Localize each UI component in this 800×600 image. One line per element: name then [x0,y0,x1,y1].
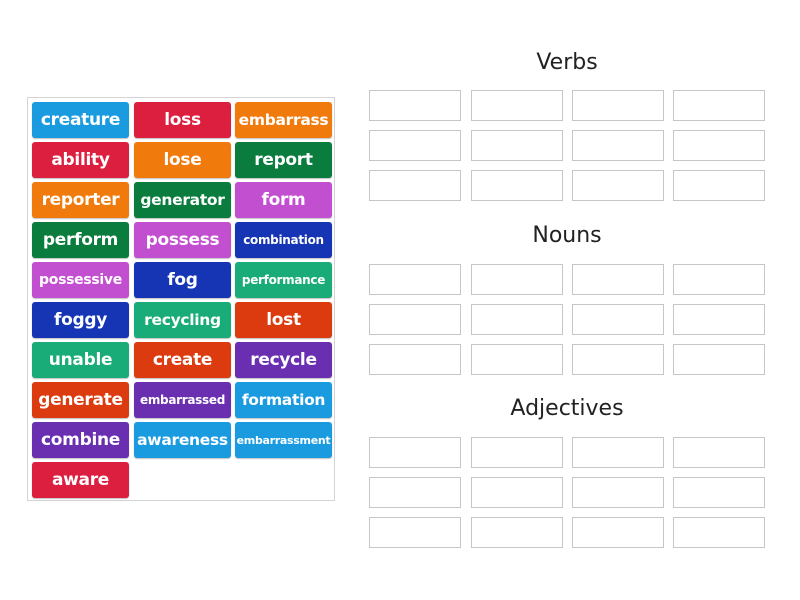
drop-slot-adjectives[interactable] [369,517,461,548]
drop-slot-adjectives[interactable] [572,517,664,548]
drop-slot-verbs[interactable] [369,90,461,121]
drop-slot-nouns[interactable] [471,344,563,375]
word-tile[interactable]: generate [32,382,129,418]
drop-slot-verbs[interactable] [572,90,664,121]
drop-slot-verbs[interactable] [471,90,563,121]
drop-slot-adjectives[interactable] [369,477,461,508]
word-tile[interactable]: lose [134,142,231,178]
drop-slot-adjectives[interactable] [471,517,563,548]
drop-slot-verbs[interactable] [673,90,765,121]
drop-slot-adjectives[interactable] [572,437,664,468]
drop-slot-nouns[interactable] [673,264,765,295]
drop-slot-verbs[interactable] [673,130,765,161]
word-tile[interactable]: awareness [134,422,231,458]
group-title-verbs: Verbs [536,50,598,75]
drop-slot-nouns[interactable] [369,344,461,375]
drop-slot-adjectives[interactable] [471,477,563,508]
drop-slot-verbs[interactable] [673,170,765,201]
word-tile[interactable]: fog [134,262,231,298]
drop-slot-verbs[interactable] [471,130,563,161]
drop-slot-nouns[interactable] [471,264,563,295]
drop-slot-nouns[interactable] [673,304,765,335]
drop-slot-nouns[interactable] [369,304,461,335]
word-tile[interactable]: ability [32,142,129,178]
word-tile[interactable]: reporter [32,182,129,218]
word-tile[interactable]: foggy [32,302,129,338]
word-tile[interactable]: embarrassment [235,422,332,458]
word-tile[interactable]: combine [32,422,129,458]
word-tile[interactable]: unable [32,342,129,378]
drop-slot-verbs[interactable] [369,130,461,161]
drop-slot-nouns[interactable] [471,304,563,335]
word-tile[interactable]: lost [235,302,332,338]
word-tile[interactable]: embarrass [235,102,332,138]
word-tile[interactable]: perform [32,222,129,258]
word-tile[interactable]: report [235,142,332,178]
drop-slot-adjectives[interactable] [673,517,765,548]
word-tile[interactable]: combination [235,222,332,258]
word-tile[interactable]: performance [235,262,332,298]
word-tile[interactable]: loss [134,102,231,138]
drop-slot-adjectives[interactable] [673,437,765,468]
word-tile[interactable]: aware [32,462,129,498]
word-tile[interactable]: possess [134,222,231,258]
word-tile[interactable]: recycling [134,302,231,338]
drop-slot-adjectives[interactable] [673,477,765,508]
drop-slot-verbs[interactable] [369,170,461,201]
drop-slot-adjectives[interactable] [572,477,664,508]
group-title-nouns: Nouns [532,223,602,248]
drop-slot-nouns[interactable] [673,344,765,375]
drop-slot-verbs[interactable] [471,170,563,201]
drop-slot-adjectives[interactable] [369,437,461,468]
tile-bank: creature loss embarrass ability lose report re… [27,97,335,501]
word-tile[interactable]: creature [32,102,129,138]
group-title-adjectives: Adjectives [510,396,624,421]
word-tile[interactable]: recycle [235,342,332,378]
word-tile[interactable]: embarrassed [134,382,231,418]
word-tile[interactable]: form [235,182,332,218]
word-tile[interactable]: generator [134,182,231,218]
drop-slot-nouns[interactable] [369,264,461,295]
drop-slot-nouns[interactable] [572,264,664,295]
drop-slot-nouns[interactable] [572,344,664,375]
drop-slot-nouns[interactable] [572,304,664,335]
word-tile[interactable]: create [134,342,231,378]
word-tile[interactable]: formation [235,382,332,418]
word-tile[interactable]: possessive [32,262,129,298]
drop-slot-verbs[interactable] [572,170,664,201]
drop-slot-verbs[interactable] [572,130,664,161]
drop-slot-adjectives[interactable] [471,437,563,468]
